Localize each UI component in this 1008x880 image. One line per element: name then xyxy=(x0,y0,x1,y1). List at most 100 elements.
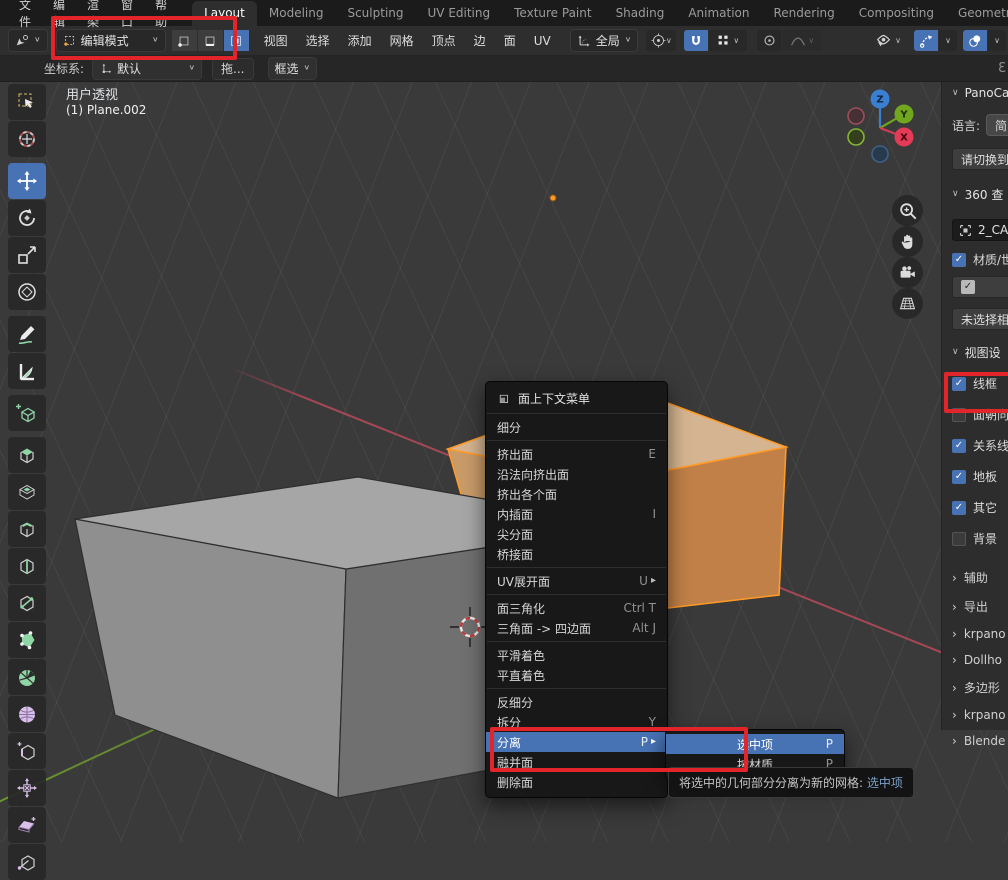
tool-inset-faces-icon[interactable] xyxy=(8,474,46,510)
tab-layout[interactable]: Layout xyxy=(192,1,257,26)
relationship-lines-checkbox[interactable]: ✓ 关系线 xyxy=(952,437,1008,454)
snap-magnet-icon[interactable] xyxy=(684,30,708,51)
section-export[interactable]: › 导出 xyxy=(952,598,1008,615)
camera-view-icon[interactable] xyxy=(892,257,923,288)
menu-add[interactable]: 添加 xyxy=(339,32,381,49)
menu-edge[interactable]: 边 xyxy=(465,32,495,49)
tool-shear-icon[interactable] xyxy=(8,807,46,843)
tab-compositing[interactable]: Compositing xyxy=(847,1,946,26)
other-checkbox[interactable]: ✓ 其它 xyxy=(952,499,1008,516)
menu-item-dissolve-faces[interactable]: 融并面 xyxy=(486,752,667,772)
zoom-icon[interactable] xyxy=(892,195,923,226)
menu-item-extrude-faces[interactable]: 挤出面E xyxy=(486,444,667,464)
wireframe-checkbox[interactable]: ✓ 线框 xyxy=(952,375,1008,392)
tool-smooth-icon[interactable] xyxy=(8,696,46,732)
proportional-edit-icon[interactable] xyxy=(757,30,781,51)
vertex-select-button[interactable] xyxy=(172,30,197,51)
menu-uv[interactable]: UV xyxy=(525,34,560,48)
disabled-checkbox[interactable]: ✓ xyxy=(961,280,975,294)
camera-object-field[interactable]: 2_CAM xyxy=(952,219,1008,241)
tool-select-box-icon[interactable] xyxy=(8,84,46,120)
falloff-dropdown[interactable]: ∨ xyxy=(782,30,822,51)
tab-texture-paint[interactable]: Texture Paint xyxy=(502,1,603,26)
panel-section-360[interactable]: ∨ 360 查 xyxy=(952,186,1008,203)
switch-language-button[interactable]: 请切换到对 xyxy=(952,148,1008,170)
tab-geometry-nodes[interactable]: Geometry Nodes xyxy=(946,1,1008,26)
tool-annotate-icon[interactable] xyxy=(8,316,46,352)
drag-button[interactable]: 拖... xyxy=(212,58,253,80)
tool-shrink-fatten-icon[interactable] xyxy=(8,770,46,806)
menu-item-unsubdivide[interactable]: 反细分 xyxy=(486,692,667,712)
face-select-button[interactable] xyxy=(224,30,249,51)
tool-scale-icon[interactable] xyxy=(8,237,46,273)
tool-rotate-icon[interactable] xyxy=(8,200,46,236)
tool-spin-icon[interactable] xyxy=(8,659,46,695)
menu-help[interactable]: 帮助 xyxy=(144,0,178,30)
section-blender[interactable]: › Blende xyxy=(952,734,1008,748)
menu-window[interactable]: 窗口 xyxy=(110,0,144,30)
floor-checkbox[interactable]: ✓ 地板 xyxy=(952,468,1008,485)
perspective-toggle-icon[interactable] xyxy=(892,288,923,319)
menu-item-triangulate[interactable]: 面三角化Ctrl T xyxy=(486,598,667,618)
coord-system-dropdown[interactable]: 默认 ∨ xyxy=(92,57,202,80)
pan-hand-icon[interactable] xyxy=(892,226,923,257)
menu-item-extrude-individual[interactable]: 挤出各个面 xyxy=(486,484,667,504)
material-world-checkbox[interactable]: ✓ 材质/世界 xyxy=(952,251,1008,268)
menu-item-shade-flat[interactable]: 平直着色 xyxy=(486,665,667,685)
face-orientation-checkbox[interactable]: 面朝向 xyxy=(952,406,1008,423)
menu-mesh[interactable]: 网格 xyxy=(381,32,423,49)
show-object-types-dropdown[interactable]: ∨ xyxy=(868,30,908,51)
tab-uv-editing[interactable]: UV Editing xyxy=(416,1,503,26)
tab-sculpting[interactable]: Sculpting xyxy=(335,1,415,26)
menu-file[interactable]: 文件 xyxy=(8,0,42,30)
edge-select-button[interactable] xyxy=(198,30,223,51)
pivot-point-dropdown[interactable]: ∨ xyxy=(646,30,676,51)
menu-item-delete-faces[interactable]: 删除面 xyxy=(486,772,667,792)
gizmos-toggle-icon[interactable] xyxy=(914,30,938,51)
section-assist[interactable]: › 辅助 xyxy=(952,569,1008,586)
menu-item-inset-faces[interactable]: 内插面I xyxy=(486,504,667,524)
no-camera-button[interactable]: 未选择相机 xyxy=(952,308,1008,330)
section-dollhouse[interactable]: › Dollho xyxy=(952,653,1008,667)
submenu-item-selection[interactable]: 选中项 P xyxy=(666,734,844,754)
menu-item-uv-unwrap[interactable]: UV展开面U▸ xyxy=(486,571,667,591)
tool-knife-icon[interactable] xyxy=(8,585,46,621)
section-krpano-2[interactable]: › krpano xyxy=(952,708,1008,722)
tab-rendering[interactable]: Rendering xyxy=(762,1,847,26)
menu-view[interactable]: 视图 xyxy=(255,32,297,49)
menu-edit[interactable]: 编辑 xyxy=(42,0,76,30)
tool-move-icon[interactable] xyxy=(8,163,46,199)
mode-dropdown[interactable]: 编辑模式 ∨ xyxy=(56,29,166,52)
menu-vertex[interactable]: 顶点 xyxy=(423,32,465,49)
overlays-toggle-icon[interactable] xyxy=(963,30,987,51)
menu-item-extrude-along-normals[interactable]: 沿法向挤出面 xyxy=(486,464,667,484)
section-krpano-1[interactable]: › krpano xyxy=(952,627,1008,641)
tab-animation[interactable]: Animation xyxy=(676,1,761,26)
active-tool-dropdown[interactable]: ∨ xyxy=(8,29,48,52)
tab-modeling[interactable]: Modeling xyxy=(257,1,336,26)
snap-with-dropdown[interactable]: ∨ xyxy=(709,30,747,51)
panel-section-view-settings[interactable]: ∨ 视图设 xyxy=(952,344,1008,361)
menu-item-separate[interactable]: 分离P▸ xyxy=(486,732,667,752)
tab-shading[interactable]: Shading xyxy=(604,1,677,26)
menu-item-tris-to-quads[interactable]: 三角面 -> 四边面Alt J xyxy=(486,618,667,638)
tool-poly-build-icon[interactable] xyxy=(8,622,46,658)
menu-item-split[interactable]: 拆分Y xyxy=(486,712,667,732)
section-polygon[interactable]: › 多边形 xyxy=(952,679,1008,696)
background-checkbox[interactable]: 背景 xyxy=(952,530,1008,547)
navigation-gizmo[interactable]: Z Y X xyxy=(843,82,919,178)
tool-measure-icon[interactable] xyxy=(8,353,46,389)
tool-add-cube-icon[interactable] xyxy=(8,395,46,431)
menu-render[interactable]: 渲染 xyxy=(76,0,110,30)
transform-orientation-dropdown[interactable]: 全局 ∨ xyxy=(570,29,639,52)
menu-item-subdivide[interactable]: 细分 xyxy=(486,417,667,437)
language-dropdown[interactable]: 简 xyxy=(986,114,1008,136)
tool-cursor-icon[interactable] xyxy=(8,121,46,157)
gizmos-dropdown[interactable]: ∨ xyxy=(939,30,957,51)
menu-item-shade-smooth[interactable]: 平滑着色 xyxy=(486,645,667,665)
menu-face[interactable]: 面 xyxy=(495,32,525,49)
overlays-dropdown[interactable]: ∨ xyxy=(988,30,1006,51)
menu-item-poke-faces[interactable]: 尖分面 xyxy=(486,524,667,544)
menu-item-bridge-faces[interactable]: 桥接面 xyxy=(486,544,667,564)
tool-loop-cut-icon[interactable] xyxy=(8,548,46,584)
